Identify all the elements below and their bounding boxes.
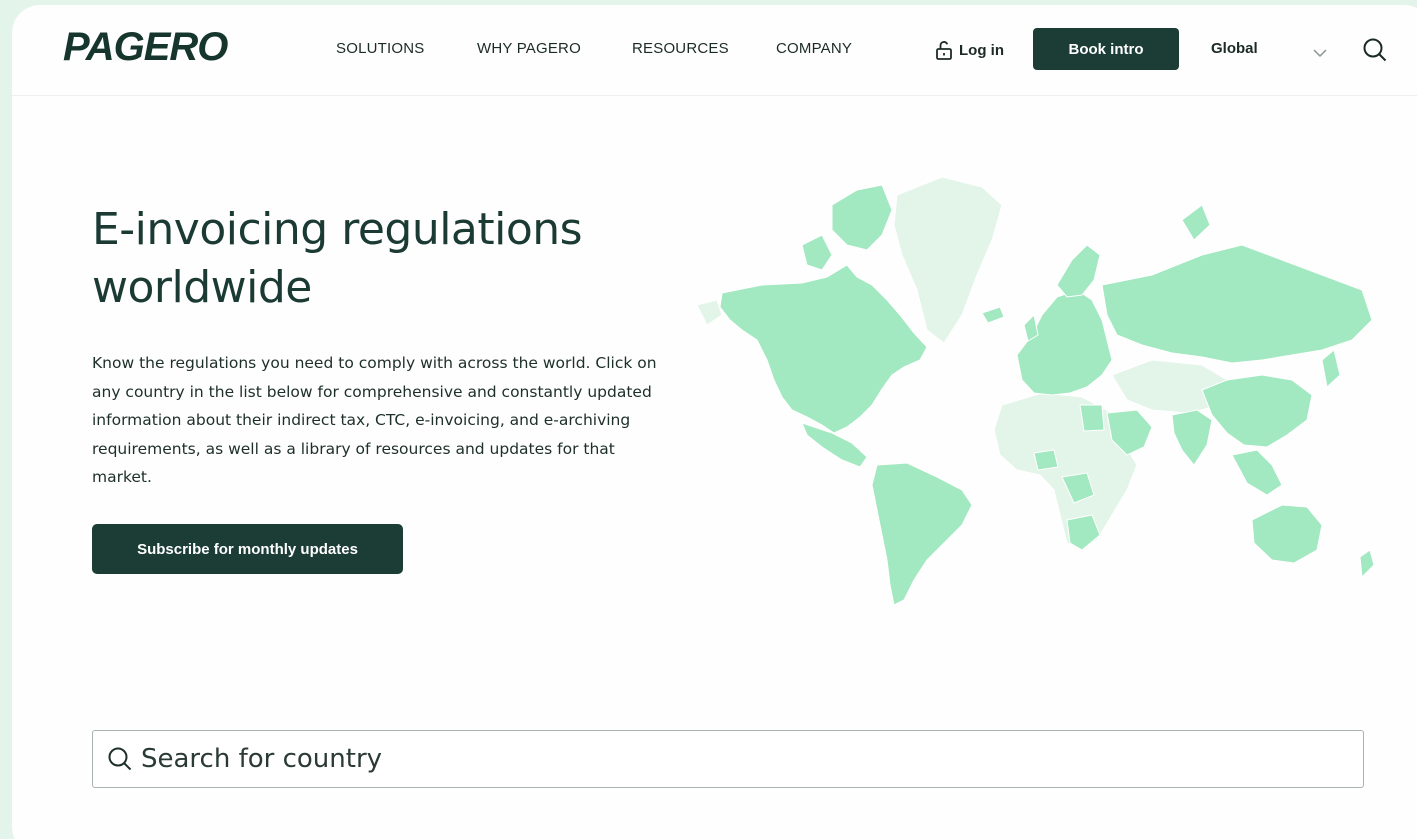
map-southeast-asia (1231, 449, 1283, 496)
nav-why-pagero[interactable]: WHY PAGERO (477, 40, 581, 57)
subscribe-button[interactable]: Subscribe for monthly updates (92, 524, 403, 574)
page-title: E-invoicing regulations worldwide (92, 204, 583, 313)
map-japan (1321, 349, 1341, 388)
site-header: PAGERO SOLUTIONS WHY PAGERO RESOURCES CO… (12, 5, 1417, 96)
map-north-america (719, 264, 928, 434)
map-china (1201, 374, 1313, 448)
login-label: Log in (959, 41, 1004, 59)
search-icon (107, 746, 133, 772)
map-west-africa (1033, 449, 1059, 471)
map-south-america (871, 462, 973, 606)
world-map[interactable] (682, 165, 1382, 615)
map-scandinavia (1056, 244, 1101, 298)
map-australia (1251, 504, 1323, 564)
search-icon[interactable] (1362, 37, 1388, 67)
map-arctic-russia (1181, 204, 1211, 241)
pagero-logo[interactable]: PAGERO (63, 25, 228, 70)
map-baffin (801, 234, 833, 271)
page-frame: PAGERO SOLUTIONS WHY PAGERO RESOURCES CO… (12, 5, 1417, 839)
map-arctic-islands (831, 184, 893, 251)
nav-resources[interactable]: RESOURCES (632, 40, 729, 57)
unlock-icon (935, 40, 953, 60)
country-search[interactable] (92, 730, 1364, 788)
map-egypt (1079, 404, 1105, 432)
country-search-input[interactable] (141, 744, 1321, 774)
map-alaska-west (696, 299, 723, 326)
map-india (1171, 409, 1213, 466)
chevron-down-icon[interactable] (1312, 43, 1328, 62)
map-europe (1016, 289, 1113, 396)
book-intro-button[interactable]: Book intro (1033, 28, 1179, 70)
map-russia (1101, 244, 1373, 364)
hero-description: Know the regulations you need to comply … (92, 354, 657, 487)
region-selector[interactable]: Global (1211, 40, 1258, 57)
map-new-zealand (1359, 549, 1375, 579)
nav-company[interactable]: COMPANY (776, 40, 852, 57)
login-link[interactable]: Log in (935, 37, 1004, 63)
nav-solutions[interactable]: SOLUTIONS (336, 40, 424, 57)
map-iceland (981, 306, 1005, 324)
